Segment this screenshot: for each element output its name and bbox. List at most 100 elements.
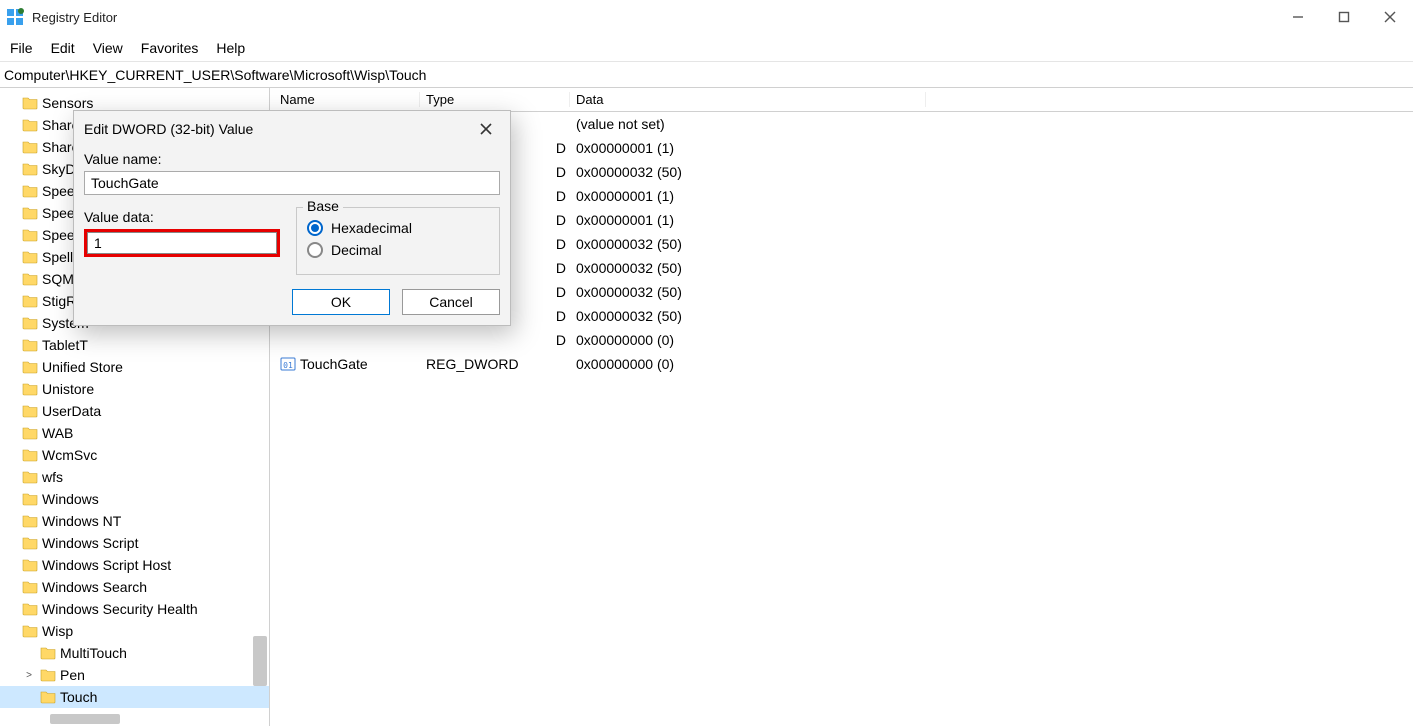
tree-item-label: wfs: [42, 469, 63, 485]
tree-item[interactable]: wfs: [0, 466, 269, 488]
cell-data: 0x00000032 (50): [570, 284, 1413, 300]
folder-icon: [22, 118, 38, 132]
cell-data: 0x00000032 (50): [570, 236, 1413, 252]
column-headers[interactable]: Name Type Data: [270, 88, 1413, 112]
column-data[interactable]: Data: [570, 92, 926, 107]
folder-icon: [22, 316, 38, 330]
tree-item-label: WAB: [42, 425, 73, 441]
value-data-input[interactable]: [87, 232, 277, 254]
tree-item-label: UserData: [42, 403, 101, 419]
cell-data: (value not set): [570, 116, 1413, 132]
tree-item[interactable]: Wisp: [0, 620, 269, 642]
column-name[interactable]: Name: [270, 92, 420, 107]
folder-icon: [22, 140, 38, 154]
radio-dec[interactable]: Decimal: [307, 242, 489, 258]
tree-item-label: Touch: [60, 689, 97, 705]
cancel-button[interactable]: Cancel: [402, 289, 500, 315]
value-name-input[interactable]: [84, 171, 500, 195]
menu-view[interactable]: View: [93, 40, 123, 56]
vertical-scrollbar[interactable]: [253, 636, 267, 686]
dialog-close-button[interactable]: [472, 115, 500, 143]
folder-icon: [22, 184, 38, 198]
dialog-title-text: Edit DWORD (32-bit) Value: [84, 121, 253, 137]
folder-icon: [22, 492, 38, 506]
menu-file[interactable]: File: [10, 40, 33, 56]
value-data-highlight: [84, 229, 280, 257]
window-title: Registry Editor: [32, 10, 117, 25]
value-name-label: Value name:: [84, 151, 500, 167]
minimize-button[interactable]: [1275, 0, 1321, 34]
tree-item[interactable]: Windows Script: [0, 532, 269, 554]
svg-text:01: 01: [283, 361, 293, 370]
tree-item-label: MultiTouch: [60, 645, 127, 661]
close-button[interactable]: [1367, 0, 1413, 34]
folder-icon: [22, 470, 38, 484]
radio-hex[interactable]: Hexadecimal: [307, 220, 489, 236]
cell-type: D: [420, 332, 570, 348]
tree-item[interactable]: Windows NT: [0, 510, 269, 532]
tree-item-label: Windows NT: [42, 513, 121, 529]
ok-button[interactable]: OK: [292, 289, 390, 315]
folder-icon: [40, 646, 56, 660]
tree-item-label: Windows Script Host: [42, 557, 171, 573]
folder-icon: [22, 250, 38, 264]
horizontal-scrollbar[interactable]: [50, 714, 120, 724]
value-data-label: Value data:: [84, 209, 280, 225]
titlebar: Registry Editor: [0, 0, 1413, 34]
radio-hex-label: Hexadecimal: [331, 220, 412, 236]
tree-item[interactable]: Unistore: [0, 378, 269, 400]
base-groupbox: Base Hexadecimal Decimal: [296, 207, 500, 275]
tree-item[interactable]: Windows Script Host: [0, 554, 269, 576]
tree-item[interactable]: >Pen: [0, 664, 269, 686]
list-row[interactable]: 01TouchGateREG_DWORD0x00000000 (0): [270, 352, 1413, 376]
address-text: Computer\HKEY_CURRENT_USER\Software\Micr…: [4, 67, 426, 83]
cell-data: 0x00000001 (1): [570, 140, 1413, 156]
column-type[interactable]: Type: [420, 92, 570, 107]
folder-icon: [22, 96, 38, 110]
folder-icon: [22, 514, 38, 528]
folder-icon: [22, 162, 38, 176]
menu-help[interactable]: Help: [216, 40, 245, 56]
regedit-icon: [6, 8, 24, 26]
menu-edit[interactable]: Edit: [51, 40, 75, 56]
tree-item[interactable]: UserData: [0, 400, 269, 422]
radio-dec-label: Decimal: [331, 242, 382, 258]
folder-icon: [40, 668, 56, 682]
cell-name: 01TouchGate: [270, 356, 420, 372]
tree-item-label: Wisp: [42, 623, 73, 639]
folder-icon: [22, 558, 38, 572]
radio-hex-indicator: [307, 220, 323, 236]
edit-dword-dialog: Edit DWORD (32-bit) Value Value name: Va…: [73, 110, 511, 326]
menu-favorites[interactable]: Favorites: [141, 40, 199, 56]
folder-icon: [22, 624, 38, 638]
tree-item[interactable]: Touch: [0, 686, 269, 708]
tree-item-label: Windows Script: [42, 535, 138, 551]
cell-data: 0x00000032 (50): [570, 164, 1413, 180]
tree-item[interactable]: TabletT: [0, 334, 269, 356]
folder-icon: [22, 426, 38, 440]
cell-type: REG_DWORD: [420, 356, 570, 372]
tree-item[interactable]: Windows: [0, 488, 269, 510]
cell-data: 0x00000000 (0): [570, 356, 1413, 372]
cell-data: 0x00000032 (50): [570, 308, 1413, 324]
tree-item[interactable]: Windows Search: [0, 576, 269, 598]
folder-icon: [22, 448, 38, 462]
folder-icon: [22, 272, 38, 286]
folder-icon: [22, 338, 38, 352]
tree-item[interactable]: WAB: [0, 422, 269, 444]
expander-icon[interactable]: >: [22, 670, 36, 681]
folder-icon: [40, 690, 56, 704]
maximize-button[interactable]: [1321, 0, 1367, 34]
tree-item[interactable]: Unified Store: [0, 356, 269, 378]
folder-icon: [22, 294, 38, 308]
tree-item-label: Windows: [42, 491, 99, 507]
tree-item[interactable]: Windows Security Health: [0, 598, 269, 620]
dword-icon: 01: [280, 356, 296, 372]
list-row[interactable]: D0x00000000 (0): [270, 328, 1413, 352]
cell-data: 0x00000001 (1): [570, 188, 1413, 204]
tree-item-label: Windows Search: [42, 579, 147, 595]
address-bar[interactable]: Computer\HKEY_CURRENT_USER\Software\Micr…: [0, 62, 1413, 88]
tree-item[interactable]: WcmSvc: [0, 444, 269, 466]
cell-data: 0x00000032 (50): [570, 260, 1413, 276]
tree-item[interactable]: MultiTouch: [0, 642, 269, 664]
